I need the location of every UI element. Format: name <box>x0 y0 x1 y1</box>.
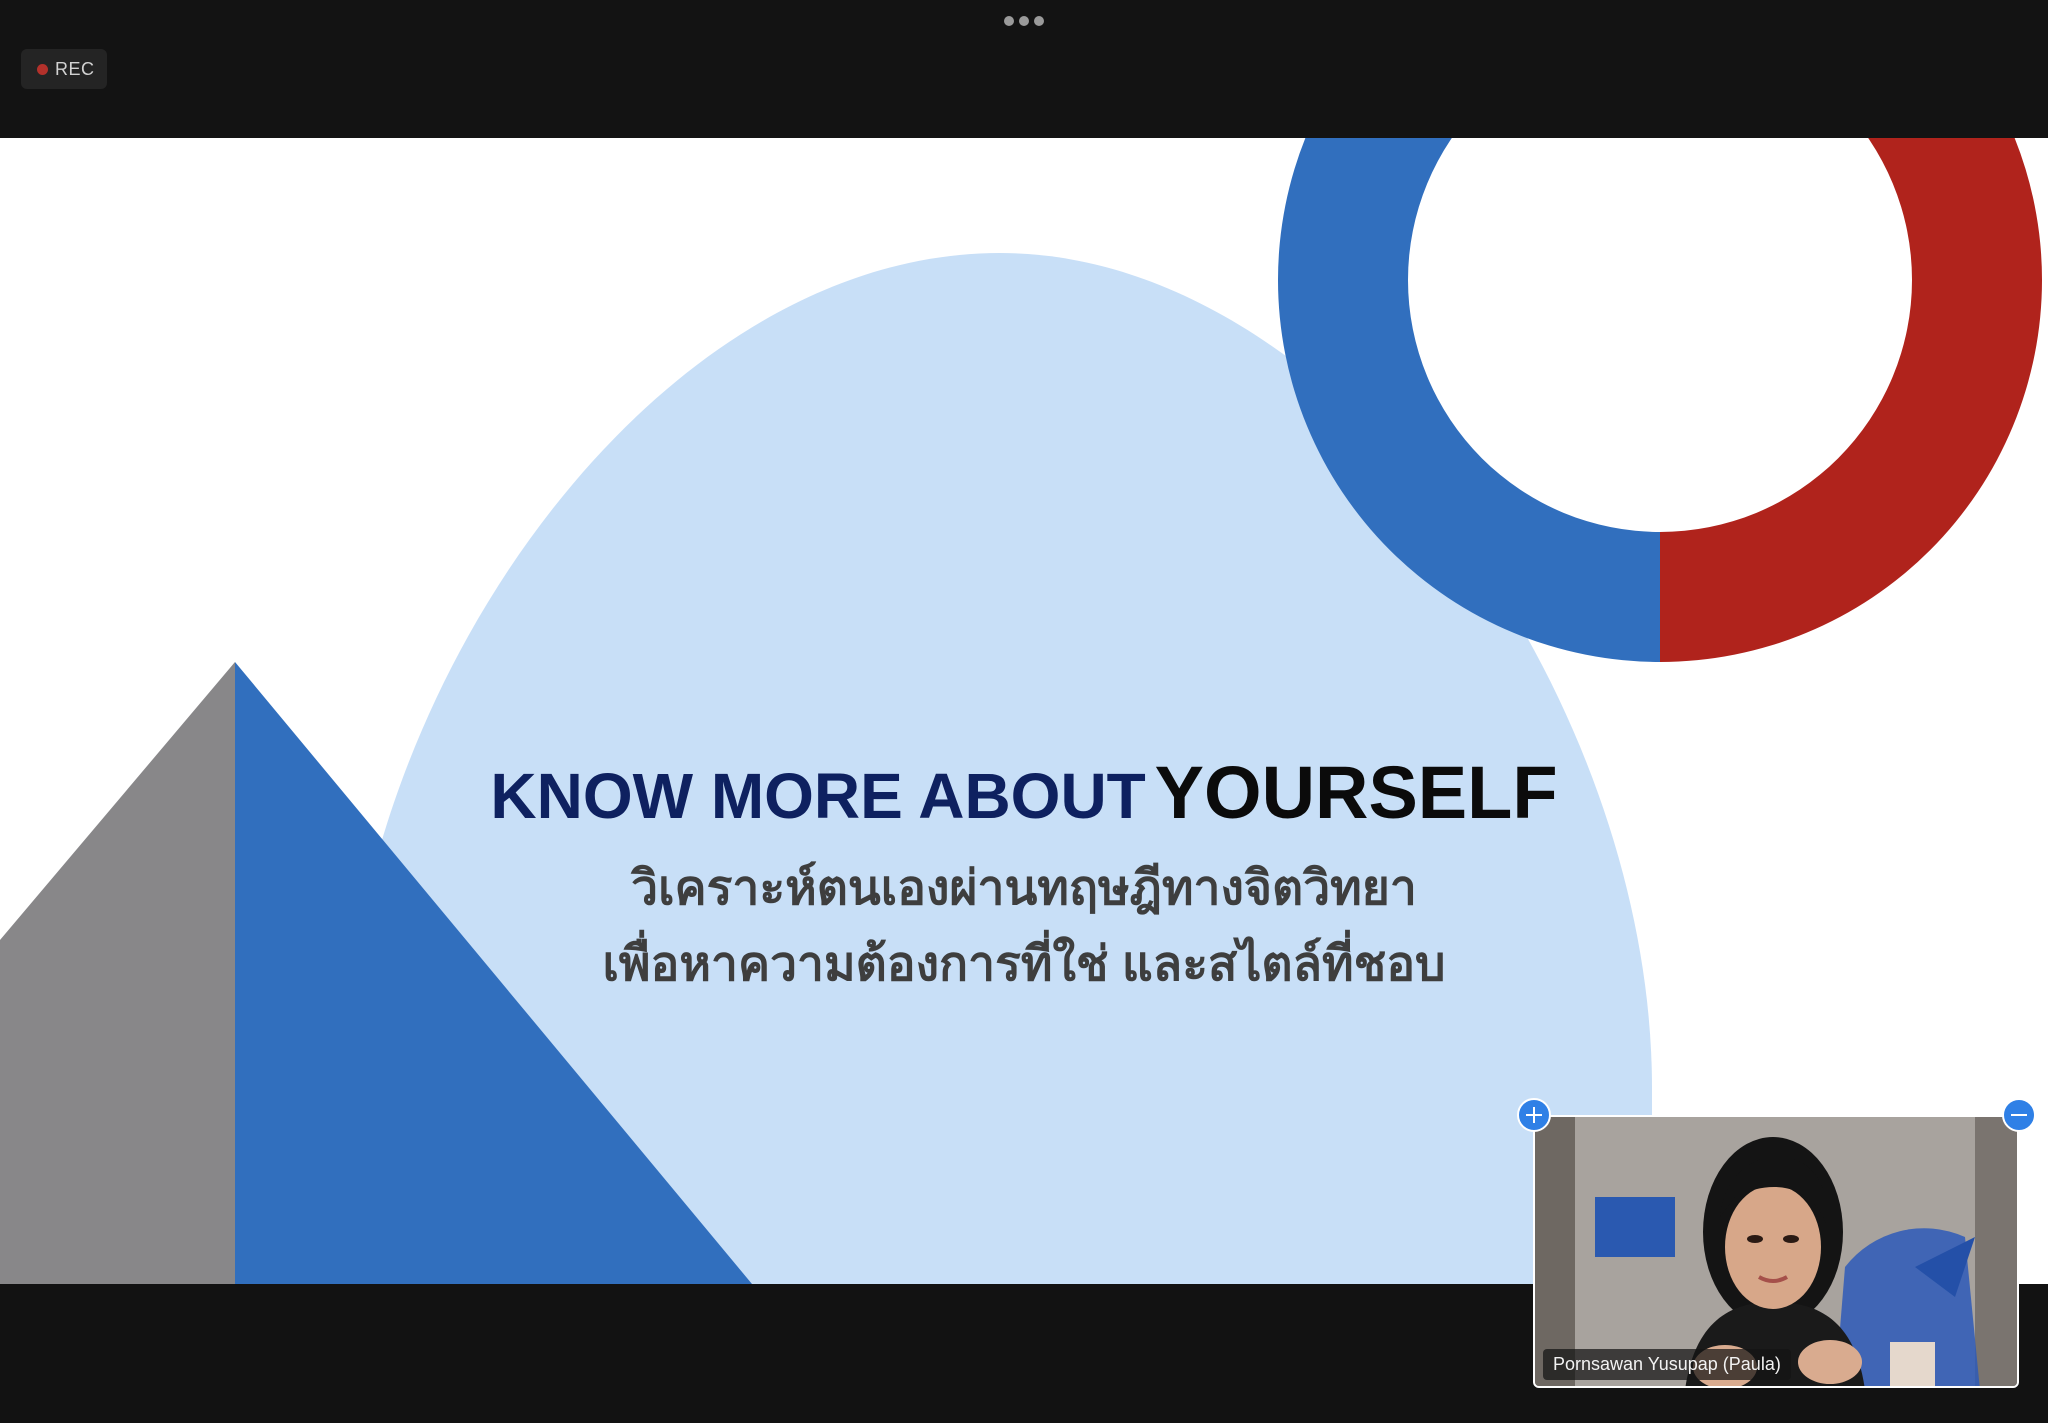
slide-decorations <box>0 138 2042 1284</box>
title-part-1: KNOW MORE ABOUT <box>490 760 1146 832</box>
participant-video-tile[interactable]: Pornsawan Yusupap (Paula) <box>1533 1115 2019 1388</box>
participant-video-feed <box>1535 1117 2017 1386</box>
more-options-ellipsis-icon[interactable] <box>1004 14 1044 28</box>
slide-subtitle-line-1: วิเคราะห์ตนเองผ่านทฤษฎีทางจิตวิทยา <box>631 862 1417 915</box>
title-part-2: YOURSELF <box>1154 751 1558 834</box>
participant-name-label: Pornsawan Yusupap (Paula) <box>1543 1349 1791 1380</box>
ellipsis-dot <box>1034 16 1044 26</box>
ring-red-half <box>1660 138 2042 662</box>
recording-label: REC <box>55 58 95 79</box>
slide-title: KNOW MORE ABOUT YOURSELF <box>0 750 2048 835</box>
meeting-top-bar: REC <box>0 0 2048 138</box>
recording-badge[interactable]: REC <box>21 49 107 89</box>
collapse-minus-icon[interactable] <box>2002 1098 2036 1132</box>
ellipsis-dot <box>1004 16 1014 26</box>
expand-plus-icon[interactable] <box>1517 1098 1551 1132</box>
slide-subtitle-line-2: เพื่อหาความต้องการที่ใช่ และสไตล์ที่ชอบ <box>602 938 1446 991</box>
shared-slide: KNOW MORE ABOUT YOURSELF วิเคราะห์ตนเองผ… <box>0 138 2048 1284</box>
recording-dot-icon <box>37 63 48 75</box>
ellipsis-dot <box>1019 16 1029 26</box>
